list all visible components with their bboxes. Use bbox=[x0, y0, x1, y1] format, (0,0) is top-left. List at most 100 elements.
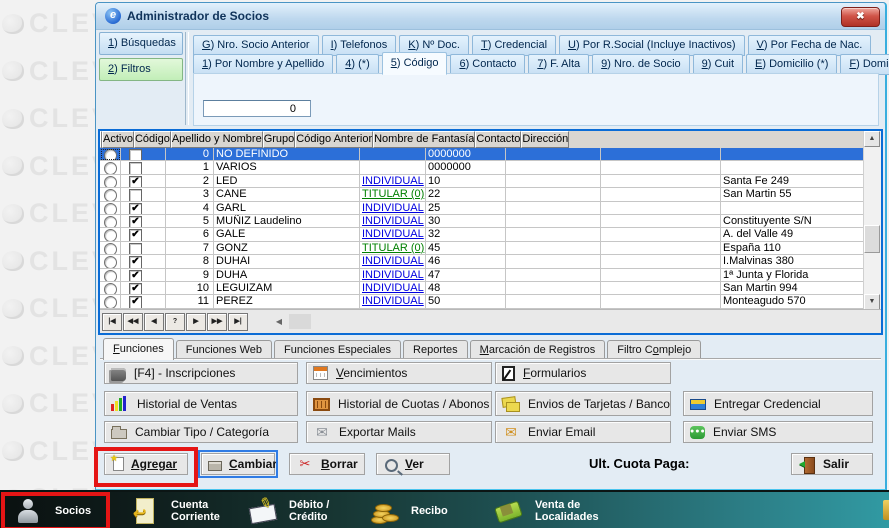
row-selector-radio[interactable] bbox=[100, 188, 121, 201]
close-button[interactable]: ✖ bbox=[841, 7, 880, 27]
row-selector-radio[interactable] bbox=[100, 228, 121, 241]
activo-checkbox[interactable]: ✔ bbox=[129, 203, 142, 215]
tab-marcacion-registros[interactable]: Marcación de Registros bbox=[470, 340, 606, 360]
inscripciones-button[interactable]: [F4] - Inscripciones bbox=[104, 362, 298, 384]
prev-record-button[interactable]: ◀ bbox=[144, 313, 164, 331]
activo-cell[interactable]: ✔ bbox=[121, 228, 166, 241]
envios-tarjetas-button[interactable]: Envios de Tarjetas / Bancos bbox=[495, 391, 671, 416]
tab-busquedas[interactable]: 1) Búsquedas bbox=[99, 32, 183, 55]
activo-cell[interactable]: ✔ bbox=[121, 202, 166, 215]
first-record-button[interactable]: |◀ bbox=[102, 313, 122, 331]
table-row[interactable]: 3 CANE TITULAR (0) 22 San Martin 55 bbox=[100, 188, 864, 201]
grupo-link[interactable]: INDIVIDUAL bbox=[362, 269, 424, 281]
row-selector-radio[interactable] bbox=[100, 175, 121, 188]
activo-checkbox[interactable]: ✔ bbox=[129, 296, 142, 308]
activo-checkbox[interactable]: ✔ bbox=[129, 216, 142, 228]
search-tab[interactable]: F) Domicilio Cob. bbox=[840, 54, 889, 75]
h-scrollbar-thumb[interactable] bbox=[289, 314, 311, 329]
tab-filtro-complejo[interactable]: Filtro Complejo bbox=[607, 340, 701, 360]
activo-checkbox[interactable]: ✔ bbox=[129, 270, 142, 282]
search-tab[interactable]: 6) Contacto bbox=[450, 54, 525, 75]
grupo-link[interactable]: INDIVIDUAL bbox=[362, 202, 424, 214]
scrollbar-thumb[interactable] bbox=[864, 225, 880, 253]
agregar-button[interactable]: Agregar bbox=[104, 453, 188, 475]
cambiar-button[interactable]: Cambiar bbox=[201, 453, 275, 475]
search-tab[interactable]: G) Nro. Socio Anterior bbox=[193, 35, 319, 56]
table-row[interactable]: ✔ 11 PEREZ INDIVIDUAL 50 Monteagudo 570 bbox=[100, 295, 864, 308]
title-bar[interactable]: e Administrador de Socios ✖ bbox=[96, 3, 885, 30]
activo-checkbox[interactable]: ✔ bbox=[129, 229, 142, 241]
grupo-link[interactable]: INDIVIDUAL bbox=[362, 215, 424, 227]
column-header[interactable]: Código Anterior bbox=[295, 131, 373, 148]
historial-ventas-button[interactable]: Historial de Ventas bbox=[104, 391, 298, 416]
scroll-left-icon[interactable]: ◀ bbox=[271, 314, 287, 329]
taskbar-item-debito-credito[interactable]: Débito / Crédito bbox=[246, 494, 361, 528]
row-selector-radio[interactable] bbox=[100, 282, 121, 295]
tab-filtros[interactable]: 2) Filtros bbox=[99, 58, 183, 81]
search-tab[interactable]: V) Por Fecha de Nac. bbox=[748, 35, 872, 56]
codigo-input[interactable] bbox=[203, 100, 311, 117]
tab-funciones[interactable]: Funciones bbox=[103, 338, 174, 360]
last-record-button[interactable]: ▶| bbox=[228, 313, 248, 331]
vencimientos-button[interactable]: Vencimientos bbox=[306, 362, 492, 384]
grupo-link[interactable]: INDIVIDUAL bbox=[362, 228, 424, 240]
tab-funciones-especiales[interactable]: Funciones Especiales bbox=[274, 340, 401, 360]
column-header[interactable]: Contacto bbox=[475, 131, 521, 148]
grupo-link[interactable]: INDIVIDUAL bbox=[362, 175, 424, 187]
activo-checkbox[interactable]: ✔ bbox=[129, 283, 142, 295]
activo-checkbox[interactable] bbox=[129, 149, 142, 161]
search-tab[interactable]: 5) Código bbox=[382, 52, 448, 75]
tab-funciones-web[interactable]: Funciones Web bbox=[176, 340, 272, 360]
table-row[interactable]: 7 GONZ TITULAR (0) 45 España 110 bbox=[100, 242, 864, 255]
search-tab[interactable]: 9) Nro. de Socio bbox=[592, 54, 690, 75]
activo-cell[interactable]: ✔ bbox=[121, 269, 166, 282]
table-row[interactable]: ✔ 4 GARL INDIVIDUAL 25 bbox=[100, 202, 864, 215]
activo-cell[interactable] bbox=[121, 161, 166, 174]
cambiar-tipo-button[interactable]: Cambiar Tipo / Categoría bbox=[104, 421, 298, 443]
column-header[interactable]: Activo bbox=[102, 131, 134, 148]
search-tab[interactable]: 4) (*) bbox=[336, 54, 378, 75]
activo-checkbox[interactable] bbox=[129, 162, 142, 174]
table-row[interactable]: ✔ 6 GALE INDIVIDUAL 32 A. del Valle 49 bbox=[100, 228, 864, 241]
scroll-down-icon[interactable]: ▼ bbox=[864, 294, 880, 310]
column-header[interactable]: Dirección bbox=[521, 131, 569, 148]
table-row[interactable]: 0 NO DEFINIDO 0000000 bbox=[100, 148, 864, 161]
activo-cell[interactable] bbox=[121, 242, 166, 255]
search-tab[interactable]: E) Domicilio (*) bbox=[746, 54, 837, 75]
vertical-scrollbar[interactable]: ▲ ▼ bbox=[863, 131, 881, 310]
activo-cell[interactable]: ✔ bbox=[121, 215, 166, 228]
activo-cell[interactable]: ✔ bbox=[121, 282, 166, 295]
next-record-button[interactable]: ▶ bbox=[186, 313, 206, 331]
grupo-link[interactable]: INDIVIDUAL bbox=[362, 295, 424, 307]
table-row[interactable]: ✔ 8 DUHAI INDIVIDUAL 46 I.Malvinas 380 bbox=[100, 255, 864, 268]
activo-checkbox[interactable] bbox=[129, 189, 142, 201]
taskbar-item-socios[interactable]: Socios bbox=[12, 494, 105, 528]
activo-checkbox[interactable] bbox=[129, 243, 142, 255]
activo-cell[interactable] bbox=[121, 148, 166, 161]
column-header[interactable]: Código bbox=[134, 131, 171, 148]
column-header[interactable]: Apellido y Nombre bbox=[171, 131, 263, 148]
salir-button[interactable]: Salir bbox=[791, 453, 873, 475]
formularios-button[interactable]: Formularios bbox=[495, 362, 671, 384]
entregar-credencial-button[interactable]: Entregar Credencial bbox=[683, 391, 873, 416]
table-row[interactable]: ✔ 2 LED INDIVIDUAL 10 Santa Fe 249 bbox=[100, 175, 864, 188]
search-tab[interactable]: 7) F. Alta bbox=[528, 54, 589, 75]
next-page-button[interactable]: ▶▶ bbox=[207, 313, 227, 331]
horizontal-scrollbar[interactable]: ◀ bbox=[253, 313, 881, 330]
ver-button[interactable]: Ver bbox=[376, 453, 450, 475]
table-row[interactable]: ✔ 5 MUÑIZ Laudelino INDIVIDUAL 30 Consti… bbox=[100, 215, 864, 228]
table-row[interactable]: 1 VARIOS 0000000 bbox=[100, 161, 864, 174]
activo-cell[interactable]: ✔ bbox=[121, 255, 166, 268]
search-tab[interactable]: 1) Por Nombre y Apellido bbox=[193, 54, 333, 75]
search-tab[interactable]: 9) Cuit bbox=[693, 54, 743, 75]
table-row[interactable]: ✔ 10 LEGUIZAM INDIVIDUAL 48 San Martin 9… bbox=[100, 282, 864, 295]
activo-checkbox[interactable]: ✔ bbox=[129, 176, 142, 188]
enviar-sms-button[interactable]: ●●● Enviar SMS bbox=[683, 421, 873, 443]
activo-checkbox[interactable]: ✔ bbox=[129, 256, 142, 268]
exportar-mails-button[interactable]: ✉ Exportar Mails bbox=[306, 421, 492, 443]
search-tab[interactable]: T) Credencial bbox=[472, 35, 556, 56]
activo-cell[interactable] bbox=[121, 188, 166, 201]
activo-cell[interactable]: ✔ bbox=[121, 295, 166, 308]
borrar-button[interactable]: ✂ Borrar bbox=[289, 453, 365, 475]
column-header[interactable]: Nombre de Fantasía bbox=[373, 131, 475, 148]
